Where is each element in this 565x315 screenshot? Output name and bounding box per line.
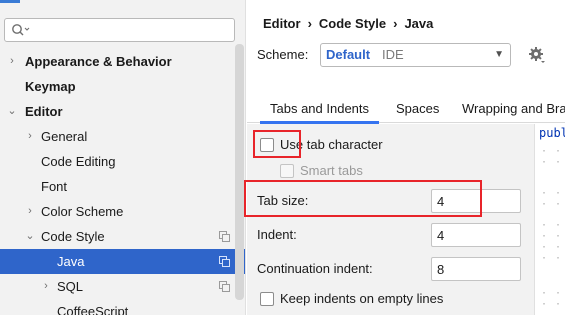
scheme-kind: IDE	[382, 47, 404, 62]
sidebar-item-label: Keymap	[25, 79, 76, 94]
smart-tabs-checkbox	[280, 164, 294, 178]
smart-tabs-label: Smart tabs	[300, 163, 363, 178]
tab-tabs-and-indents[interactable]: Tabs and Indents	[259, 93, 380, 124]
scheme-value: Default	[326, 47, 371, 62]
whitespace-markers: · · · ·	[541, 242, 563, 264]
continuation-indent-value: 8	[437, 262, 445, 277]
code-style-tabs: Tabs and Indents Spaces Wrapping and Bra	[247, 93, 565, 124]
settings-content: Editor › Code Style › Java Scheme: Default I…	[244, 0, 565, 315]
sidebar-item-java[interactable]: Java	[0, 249, 245, 274]
keep-indents-checkbox[interactable]	[260, 292, 274, 306]
chevron-right-icon[interactable]: ›	[24, 199, 36, 224]
highlight-use-tab-character	[253, 130, 301, 158]
breadcrumb: Editor › Code Style › Java	[263, 14, 433, 34]
whitespace-markers: · · · ·	[541, 288, 563, 310]
sidebar-item-label: Java	[57, 254, 85, 269]
continuation-indent-input[interactable]: 8	[431, 257, 521, 281]
indent-value: 4	[437, 228, 445, 243]
sidebar-item-label: Font	[41, 179, 68, 194]
sidebar-item-label: SQL	[57, 279, 84, 294]
gear-icon[interactable]	[528, 46, 546, 64]
tab-wrapping-and-braces[interactable]: Wrapping and Bra	[462, 93, 565, 123]
highlight-tab-size	[244, 180, 482, 217]
sidebar-item-label: Code Style	[41, 229, 105, 244]
sidebar-item-editor[interactable]: ⌄ Editor	[0, 99, 245, 124]
code-preview: publ · · · · · · · · · · · · · · · · · ·…	[534, 124, 565, 315]
continuation-indent-label: Continuation indent:	[257, 261, 373, 276]
breadcrumb-editor[interactable]: Editor	[263, 16, 301, 31]
indent-label: Indent:	[257, 227, 297, 242]
chevron-right-icon[interactable]: ›	[6, 49, 18, 74]
indent-input[interactable]: 4	[431, 223, 521, 247]
keep-indents-label: Keep indents on empty lines	[280, 291, 444, 306]
chevron-right-icon[interactable]: ›	[24, 124, 36, 149]
sidebar-item-label: Editor	[25, 104, 63, 119]
sidebar-item-keymap[interactable]: Keymap	[0, 74, 245, 99]
sidebar-item-label: CoffeeScript	[57, 304, 129, 315]
sidebar-item-label: Appearance & Behavior	[25, 54, 172, 69]
sidebar-item-label: General	[41, 129, 88, 144]
settings-sidebar: › Appearance & Behavior Keymap ⌄ Editor …	[0, 0, 246, 315]
whitespace-markers: · · · ·	[541, 146, 563, 168]
scheme-label: Scheme:	[257, 47, 309, 62]
breadcrumb-separator: ›	[307, 16, 312, 31]
chevron-down-icon: ▼	[494, 49, 504, 60]
sidebar-item-coffeescript[interactable]: CoffeeScript	[0, 299, 245, 315]
sidebar-item-label: Color Scheme	[41, 204, 124, 219]
code-preview-text: publ	[539, 126, 565, 140]
search-icon	[12, 24, 30, 36]
sidebar-scrollbar[interactable]	[235, 44, 244, 300]
tabs-and-indents-form: Use tab character Smart tabs Tab size: 4…	[244, 124, 534, 315]
sidebar-item-code-style[interactable]: ⌄ Code Style	[0, 224, 245, 249]
project-settings-icon	[219, 256, 230, 267]
tab-spaces[interactable]: Spaces	[396, 93, 439, 123]
breadcrumb-separator: ›	[393, 16, 398, 31]
sidebar-item-sql[interactable]: › SQL	[0, 274, 245, 299]
sidebar-item-general[interactable]: › General	[0, 124, 245, 149]
scheme-dropdown[interactable]: Default IDE ▼	[320, 43, 511, 67]
sidebar-item-appearance-behavior[interactable]: › Appearance & Behavior	[0, 49, 245, 74]
breadcrumb-code-style[interactable]: Code Style	[319, 16, 386, 31]
sidebar-item-font[interactable]: Font	[0, 174, 245, 199]
sidebar-item-color-scheme[interactable]: › Color Scheme	[0, 199, 245, 224]
sidebar-item-label: Code Editing	[41, 154, 116, 169]
chevron-down-icon[interactable]: ⌄	[6, 99, 18, 124]
project-settings-icon	[219, 281, 230, 292]
settings-search-box[interactable]	[4, 18, 235, 42]
chevron-right-icon[interactable]: ›	[40, 274, 52, 299]
project-settings-icon	[219, 231, 230, 242]
breadcrumb-java: Java	[404, 16, 434, 31]
search-input[interactable]	[33, 21, 228, 39]
window-top-strip	[0, 0, 245, 4]
chevron-down-icon[interactable]: ⌄	[24, 224, 36, 249]
sidebar-item-code-editing[interactable]: Code Editing	[0, 149, 245, 174]
whitespace-markers: · · · ·	[541, 220, 563, 242]
whitespace-markers: · · · ·	[541, 188, 563, 210]
